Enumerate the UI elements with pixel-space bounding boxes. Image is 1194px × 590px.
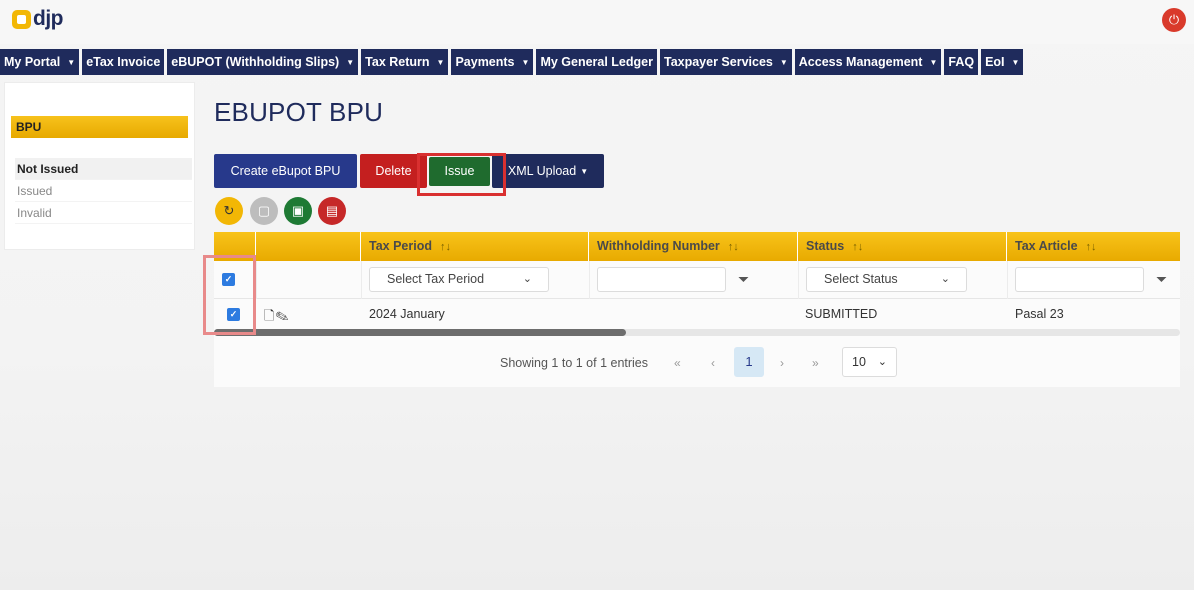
- prev-page-button[interactable]: ‹: [711, 348, 715, 378]
- filter-icon[interactable]: ⏷: [1156, 271, 1167, 288]
- caret-down-icon: ▼: [436, 58, 445, 67]
- logo-text: djp: [33, 7, 64, 30]
- filter-row: ✓ Select Tax Period ⌄ ⏷ Select Status ⌄ ⏷: [214, 261, 1180, 299]
- excel-export-icon[interactable]: ▣: [284, 197, 312, 225]
- table-header: Tax Period ↑↓ Withholding Number ↑↓ Status…: [214, 232, 1180, 261]
- nav-tax-return[interactable]: Tax Return ▼: [361, 49, 449, 75]
- create-ebupot-button[interactable]: Create eBupot BPU: [214, 154, 357, 188]
- chevron-down-icon: ⌄: [522, 273, 532, 285]
- sort-icon[interactable]: ↑↓: [852, 241, 863, 253]
- nav-access-management[interactable]: Access Management ▼: [794, 49, 942, 75]
- caret-down-icon: ▼: [1011, 58, 1020, 67]
- col-tax-period[interactable]: Tax Period ↑↓: [361, 232, 589, 261]
- scrollbar-thumb[interactable]: [214, 329, 626, 336]
- pdf-export-icon[interactable]: ▤: [318, 197, 346, 225]
- nav-payments[interactable]: Payments ▼: [451, 49, 534, 75]
- tax-article-filter[interactable]: [1015, 267, 1144, 292]
- sort-icon[interactable]: ↑↓: [440, 241, 451, 253]
- cell-status: SUBMITTED: [805, 307, 878, 321]
- nav-my-portal[interactable]: My Portal ▼: [0, 49, 80, 75]
- actions-header: [256, 232, 361, 261]
- sidebar-heading: BPU: [11, 116, 188, 138]
- last-page-button[interactable]: »: [812, 348, 819, 378]
- caret-down-icon: ▼: [67, 58, 76, 67]
- pagination-info: Showing 1 to 1 of 1 entries: [500, 356, 649, 370]
- cell-tax-article: Pasal 23: [1015, 307, 1064, 321]
- issue-highlight: [417, 153, 506, 196]
- xml-upload-button[interactable]: XML Upload ▼: [492, 154, 604, 188]
- sidebar-item-invalid[interactable]: Invalid: [15, 202, 192, 224]
- caret-down-icon: ▼: [929, 58, 938, 67]
- caret-down-icon: ▼: [521, 58, 530, 67]
- sidebar-item-not-issued[interactable]: Not Issued: [15, 158, 192, 180]
- logout-icon[interactable]: ⏻: [1162, 8, 1186, 32]
- chevron-down-icon: ⌄: [877, 356, 887, 368]
- refresh-icon[interactable]: ↻: [215, 197, 243, 225]
- horizontal-scrollbar[interactable]: [214, 329, 1180, 336]
- next-page-button[interactable]: ›: [780, 348, 784, 378]
- col-status[interactable]: Status ↑↓: [798, 232, 1007, 261]
- caret-down-icon: ▼: [580, 167, 589, 176]
- logo-mark-icon: [12, 9, 31, 29]
- nav-eoi[interactable]: EoI ▼: [981, 49, 1024, 75]
- main-nav: My Portal ▼ eTax Invoice eBUPOT (Withhold…: [0, 49, 1024, 75]
- caret-down-icon: ▼: [779, 58, 788, 67]
- nav-taxpayer-services[interactable]: Taxpayer Services ▼: [659, 49, 792, 75]
- nav-faq[interactable]: FAQ: [944, 49, 979, 75]
- chevron-down-icon: ⌄: [940, 273, 950, 285]
- tax-period-filter[interactable]: Select Tax Period ⌄: [369, 267, 549, 292]
- first-page-button[interactable]: «: [674, 348, 681, 378]
- page-title: EBUPOT BPU: [214, 97, 384, 127]
- edit-pencil-icon[interactable]: ✎: [275, 308, 289, 323]
- col-withholding-number[interactable]: Withholding Number ↑↓: [589, 232, 798, 261]
- top-bar: djp ⏻: [0, 0, 1194, 44]
- checkbox-highlight: [203, 255, 256, 335]
- caret-down-icon: ▼: [346, 58, 355, 67]
- status-filter[interactable]: Select Status ⌄: [806, 267, 967, 292]
- sort-icon[interactable]: ↑↓: [728, 241, 739, 253]
- sort-icon[interactable]: ↑↓: [1086, 241, 1097, 253]
- cell-tax-period: 2024 January: [369, 307, 445, 321]
- nav-general-ledger[interactable]: My General Ledger: [536, 49, 657, 75]
- sidebar: BPU Not Issued Issued Invalid: [4, 82, 195, 250]
- filter-icon[interactable]: ⏷: [738, 271, 749, 288]
- col-tax-article[interactable]: Tax Article ↑↓: [1007, 232, 1180, 261]
- page-1-button[interactable]: 1: [734, 347, 764, 377]
- document-icon[interactable]: 🗋: [264, 308, 275, 323]
- data-table: Tax Period ↑↓ Withholding Number ↑↓ Status…: [214, 232, 1180, 387]
- nav-ebupot[interactable]: eBUPOT (Withholding Slips) ▼: [167, 49, 359, 75]
- file-icon[interactable]: ▢: [250, 197, 278, 225]
- row-actions: 🗋✎: [264, 307, 290, 329]
- sidebar-item-issued[interactable]: Issued: [15, 180, 192, 202]
- djp-logo[interactable]: djp: [12, 7, 64, 30]
- page-size-select[interactable]: 10 ⌄: [842, 347, 897, 377]
- withholding-number-filter[interactable]: [597, 267, 726, 292]
- nav-etax-invoice[interactable]: eTax Invoice: [82, 49, 165, 75]
- table-row[interactable]: ✓ 🗋✎ 2024 January SUBMITTED Pasal 23: [214, 299, 1180, 329]
